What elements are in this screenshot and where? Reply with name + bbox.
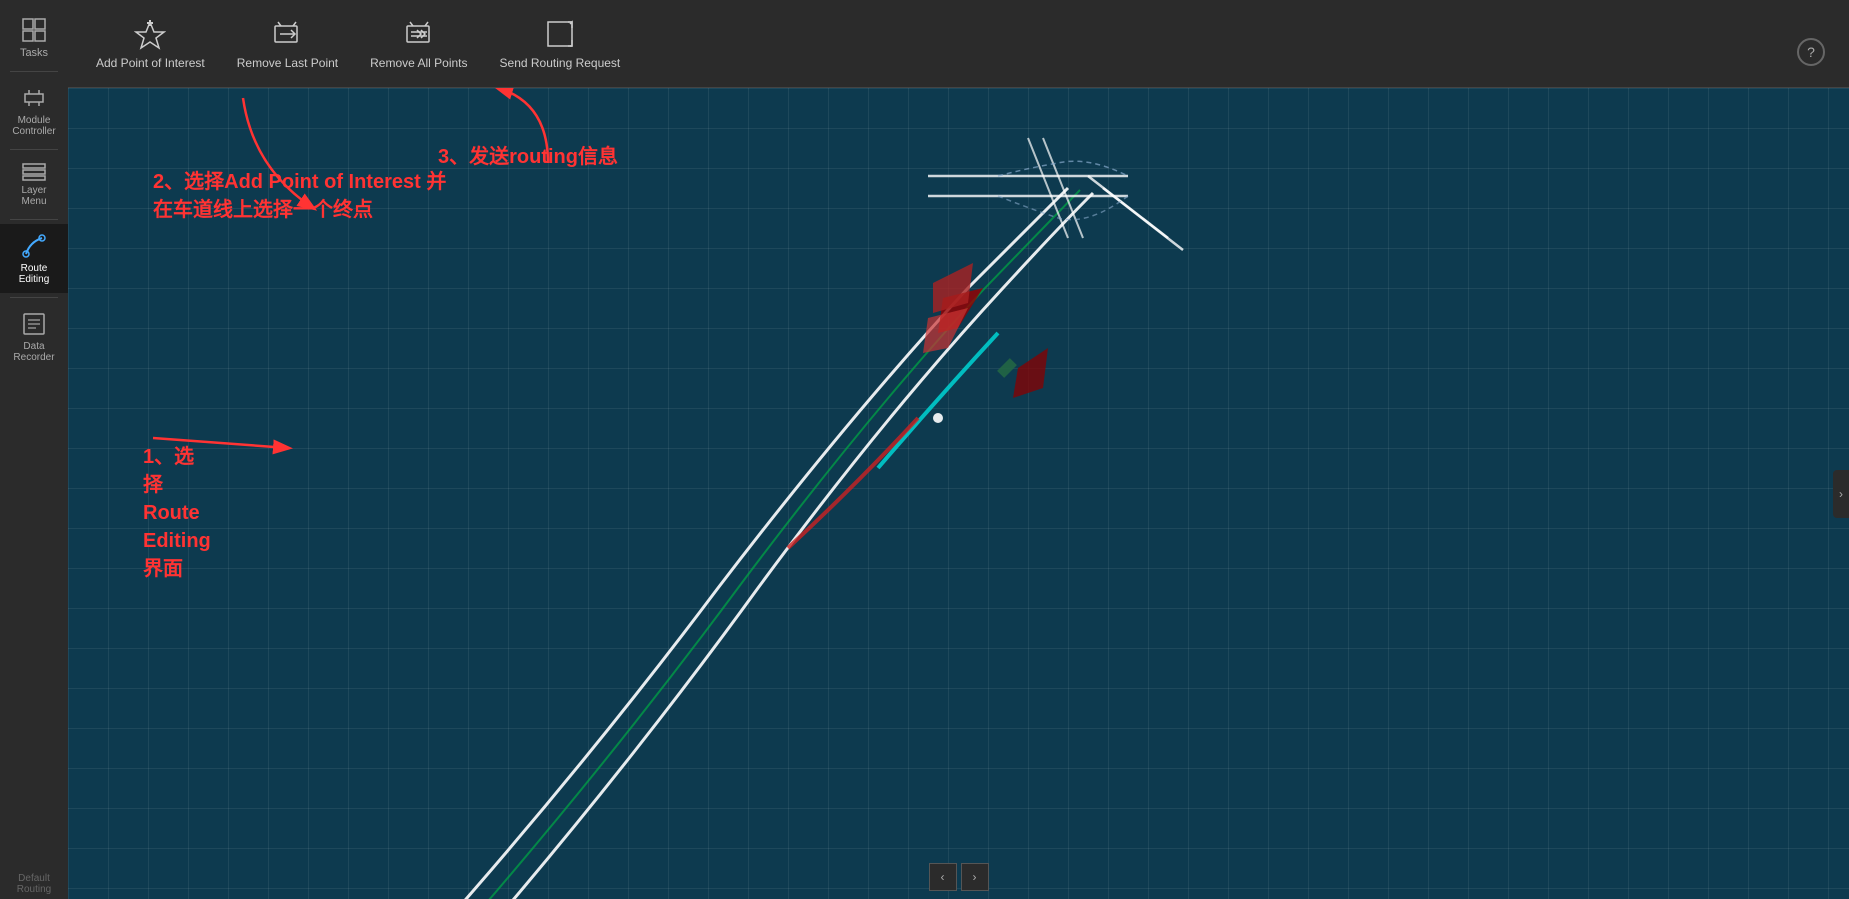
remove-last-icon	[271, 18, 303, 50]
remove-last-label: Remove Last Point	[237, 56, 338, 70]
remove-all-icon	[403, 18, 435, 50]
data-icon	[20, 310, 48, 338]
sidebar-item-route-editing[interactable]: Route Editing	[0, 224, 68, 293]
arrow-1-svg	[143, 408, 343, 468]
sidebar-divider-1	[10, 71, 58, 72]
remove-all-label: Remove All Points	[370, 56, 467, 70]
sidebar-bottom-label: Default Routing	[13, 869, 55, 899]
annotation-2-text: 2、选择Add Point of Interest 并 在车道线上选择一个终点	[153, 168, 446, 224]
help-button[interactable]: ?	[1797, 38, 1825, 66]
sidebar-item-layer-menu[interactable]: Layer Menu	[0, 154, 68, 215]
sidebar-label-module-controller: Module Controller	[12, 115, 55, 137]
sidebar-label-data-recorder: Data Recorder	[13, 341, 54, 363]
help-icon: ?	[1807, 44, 1815, 60]
remove-last-button[interactable]: Remove Last Point	[221, 4, 354, 84]
collapse-button[interactable]: ›	[1833, 470, 1849, 518]
sidebar-item-module-controller[interactable]: Module Controller	[0, 76, 68, 145]
add-point-button[interactable]: Add Point of Interest	[80, 4, 221, 84]
chevron-left-icon: ‹	[941, 870, 945, 884]
sidebar: Tasks Module Controller Layer Menu Rout	[0, 0, 68, 899]
route-icon	[20, 232, 48, 260]
main-area: Add Point of Interest Remove Last Point	[68, 0, 1849, 899]
send-routing-label: Send Routing Request	[500, 56, 621, 70]
sidebar-label-tasks: Tasks	[20, 47, 48, 59]
annotation-2: 2、选择Add Point of Interest 并 在车道线上选择一个终点	[153, 168, 446, 224]
sidebar-divider-4	[10, 297, 58, 298]
send-routing-button[interactable]: Send Routing Request	[484, 4, 637, 84]
nav-prev-button[interactable]: ‹	[929, 863, 957, 891]
module-icon	[20, 84, 48, 112]
nav-next-button[interactable]: ›	[961, 863, 989, 891]
sidebar-item-data-recorder[interactable]: Data Recorder	[0, 302, 68, 371]
arrow-3-svg	[468, 88, 668, 173]
road-overlay	[68, 88, 1849, 899]
chevron-right-icon: ›	[1839, 487, 1843, 501]
nav-buttons: ‹ ›	[929, 863, 989, 891]
sidebar-item-tasks[interactable]: Tasks	[0, 8, 68, 67]
arrow-2-svg	[223, 88, 383, 218]
annotation-3: 3、发送routing信息	[438, 143, 618, 171]
layer-icon	[20, 162, 48, 182]
sidebar-label-route-editing: Route Editing	[19, 263, 50, 285]
grid-icon	[20, 16, 48, 44]
annotation-3-text: 3、发送routing信息	[438, 143, 618, 171]
sidebar-divider-3	[10, 219, 58, 220]
add-point-label: Add Point of Interest	[96, 56, 205, 70]
map-canvas[interactable]: 1、选择Route Editing界面 2、选择Add Point of Int…	[68, 88, 1849, 899]
toolbar: Add Point of Interest Remove Last Point	[68, 0, 1849, 88]
chevron-right-icon-2: ›	[973, 870, 977, 884]
sidebar-label-layer-menu: Layer Menu	[21, 185, 46, 207]
annotation-1-text: 1、选择Route Editing界面	[143, 443, 211, 583]
remove-all-button[interactable]: Remove All Points	[354, 4, 483, 84]
add-point-icon	[134, 18, 166, 50]
sidebar-divider-2	[10, 149, 58, 150]
send-icon	[544, 18, 576, 50]
